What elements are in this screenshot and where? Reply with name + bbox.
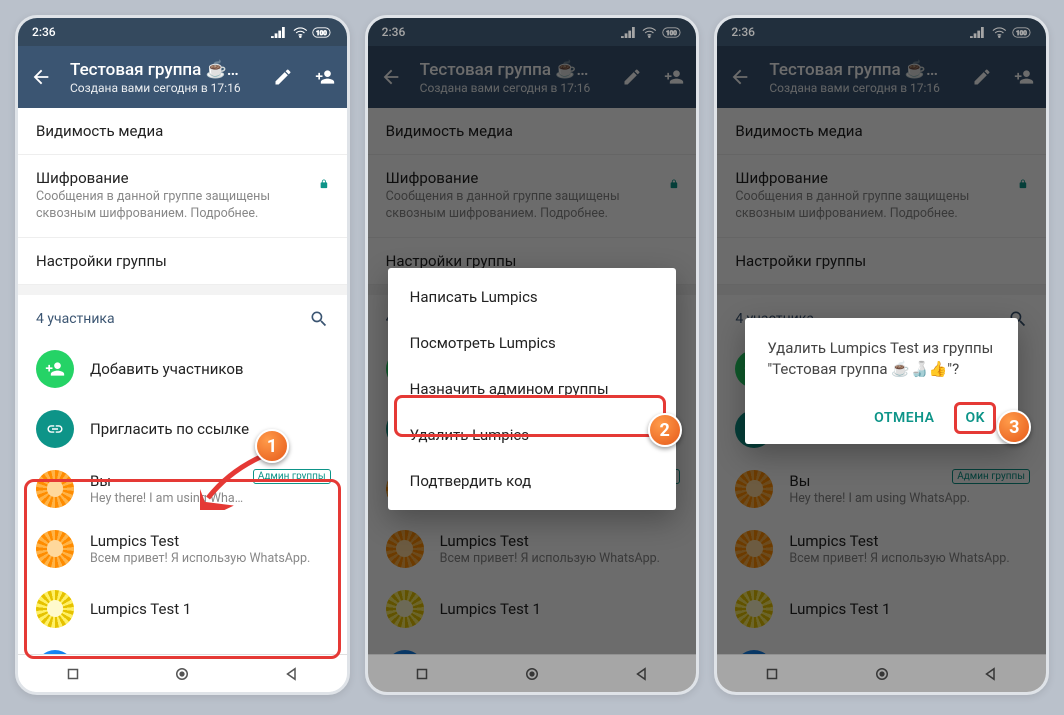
- dialog-message: Удалить Lumpics Test из группы "Тестовая…: [767, 338, 996, 380]
- step-badge-1: 1: [255, 429, 289, 463]
- add-member-icon[interactable]: [315, 67, 335, 87]
- status-bar: 2:36 100: [18, 18, 347, 46]
- status-icons: 100: [271, 27, 333, 38]
- status-time: 2:36: [32, 25, 56, 39]
- nav-back-icon[interactable]: [283, 665, 301, 683]
- context-menu: Написать Lumpics Посмотреть Lumpics Назн…: [388, 268, 677, 510]
- svg-text:100: 100: [316, 28, 327, 36]
- add-icon: [36, 350, 74, 388]
- menu-write[interactable]: Написать Lumpics: [388, 274, 677, 320]
- phone-screen-2: 2:36 100 Тестовая группа ☕… Создана вами…: [365, 15, 700, 695]
- add-participants-row[interactable]: Добавить участников: [18, 339, 347, 399]
- nav-bar: [18, 654, 347, 692]
- header-text: Тестовая группа ☕… Создана вами сегодня …: [70, 60, 273, 95]
- participant-count: 4 участника: [36, 311, 115, 327]
- step-badge-2: 2: [648, 413, 682, 447]
- content-area: Видимость медиа Шифрование Сообщения в д…: [18, 108, 347, 654]
- search-icon[interactable]: [309, 309, 329, 329]
- invite-link-row[interactable]: Пригласить по ссылке: [18, 399, 347, 459]
- avatar: [36, 530, 74, 568]
- member-lumpics-test-4[interactable]: Lumpics Test 4 Hey there! I am using Wha…: [18, 639, 347, 654]
- menu-view[interactable]: Посмотреть Lumpics: [388, 320, 677, 366]
- menu-make-admin[interactable]: Назначить админом группы: [388, 366, 677, 412]
- encryption-row[interactable]: Шифрование Сообщения в данной группе защ…: [18, 155, 347, 238]
- participants-header: 4 участника: [18, 295, 347, 339]
- group-title: Тестовая группа ☕…: [70, 60, 273, 80]
- group-subtitle: Создана вами сегодня в 17:16: [70, 81, 273, 95]
- phone-screen-3: 2:36 100 Тестовая группа ☕… Создана вами…: [714, 15, 1049, 695]
- phone-screen-1: 2:36 100 Тестовая группа ☕… Создана вами…: [15, 15, 350, 695]
- confirm-dialog: Удалить Lumpics Test из группы "Тестовая…: [745, 318, 1018, 444]
- nav-recents-icon[interactable]: [64, 665, 82, 683]
- avatar: [36, 470, 74, 508]
- member-you[interactable]: Вы Hey there! I am using Wha… Админ груп…: [18, 459, 347, 519]
- lock-icon: [319, 175, 329, 193]
- battery-icon: 100: [312, 27, 332, 38]
- cancel-button[interactable]: ОТМЕНА: [864, 402, 944, 434]
- member-lumpics-test-1[interactable]: Lumpics Test 1: [18, 579, 347, 639]
- app-header: Тестовая группа ☕… Создана вами сегодня …: [18, 46, 347, 108]
- nav-home-icon[interactable]: [173, 665, 191, 683]
- ok-button[interactable]: OK: [954, 402, 996, 434]
- wifi-icon: [293, 27, 308, 38]
- avatar: [36, 590, 74, 628]
- signal-icon: [271, 27, 288, 38]
- media-visibility-row[interactable]: Видимость медиа: [18, 108, 347, 155]
- menu-verify[interactable]: Подтвердить код: [388, 458, 677, 504]
- edit-icon[interactable]: [273, 67, 293, 87]
- link-icon: [36, 410, 74, 448]
- group-settings-row[interactable]: Настройки группы: [18, 238, 347, 285]
- admin-badge: Админ группы: [253, 469, 331, 484]
- member-lumpics-test[interactable]: Lumpics Test Всем привет! Я использую Wh…: [18, 519, 347, 579]
- menu-remove[interactable]: Удалить Lumpics: [388, 412, 677, 458]
- back-arrow-icon[interactable]: [30, 66, 52, 88]
